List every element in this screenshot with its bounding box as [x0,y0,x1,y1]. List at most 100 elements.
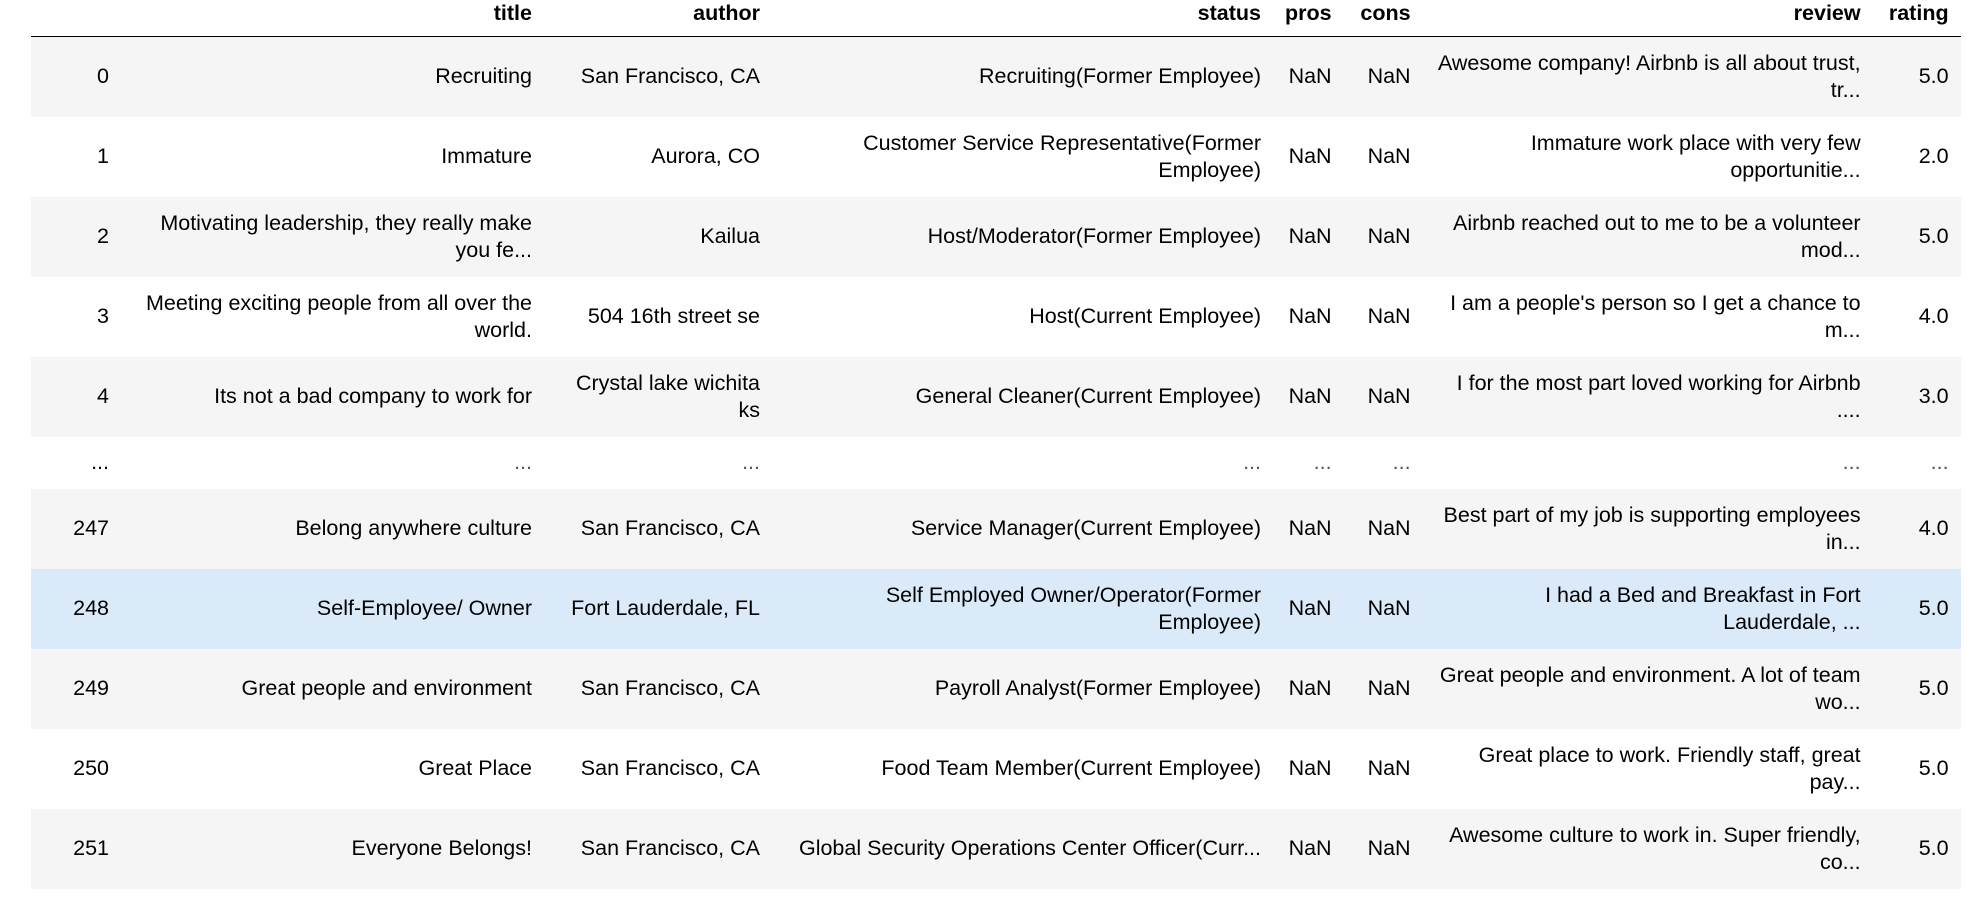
author-cell: San Francisco, CA [580,64,760,89]
title-cell: Great Place [418,756,532,780]
header-row: title author status pros cons review rat… [31,0,1961,37]
cons-cell: ... [1392,450,1411,474]
rating-cell: 5.0 [1918,836,1949,860]
rating-cell: 4.0 [1918,516,1949,540]
title-cell: ... [514,450,532,474]
index-cell: 1 [97,144,109,168]
table-row: 0 Recruiting San Francisco, CA Recruiting(F… [31,36,1961,117]
author-cell: ... [742,450,760,474]
cons-cell: NaN [1367,596,1411,620]
review-cell: I had a Bed and Breakfast in Fort Lauder… [1545,582,1861,634]
table-row: 3 Meeting exciting people from all over t… [31,276,1961,357]
rating-cell: 2.0 [1918,144,1949,168]
pros-cell: NaN [1288,836,1332,860]
index-cell: 251 [73,836,109,860]
rating-cell: ... [1930,450,1949,474]
review-cell: Airbnb reached out to me to be a volunte… [1453,210,1861,262]
cons-header: cons [1343,0,1423,37]
status-cell: Service Manager(Current Employee) [910,516,1261,540]
rating-header: rating [1872,0,1961,37]
review-cell: Awesome culture to work in. Super friend… [1449,822,1861,874]
status-cell: Payroll Analyst(Former Employee) [934,676,1261,700]
status-cell: Host/Moderator(Former Employee) [927,224,1261,248]
author-cell: Crystal lake wichita ks [576,370,760,422]
table-body: 0 Recruiting San Francisco, CA Recruiting(F… [31,36,1961,889]
title-cell: Recruiting [435,64,532,89]
index-cell: 2 [97,224,109,248]
status-cell: General Cleaner(Current Employee) [915,384,1261,408]
index-cell: 0 [97,64,109,89]
table-row: 247 Belong anywhere culture San Francisco,… [31,488,1961,569]
title-cell: Great people and environment [241,676,532,700]
cons-cell: NaN [1367,756,1411,780]
index-cell: 248 [73,596,109,620]
title-cell: Its not a bad company to work for [214,384,532,408]
rating-cell: 5.0 [1918,676,1949,700]
index-header [31,0,121,37]
author-cell: San Francisco, CA [580,516,760,540]
pros-cell: NaN [1288,224,1332,248]
author-cell: San Francisco, CA [580,756,760,780]
title-cell: Motivating leadership, they really make … [160,210,532,262]
table-row: 1 Immature Aurora, CO Customer Service Repr… [31,116,1961,197]
status-header: status [772,0,1273,37]
pros-cell: NaN [1288,756,1332,780]
pros-cell: NaN [1288,64,1332,89]
status-cell: Recruiting(Former Employee) [979,64,1261,89]
cons-cell: NaN [1367,144,1411,168]
index-cell: 3 [97,304,109,328]
table-row: 249 Great people and environment San Franc… [31,648,1961,729]
review-cell: ... [1842,450,1861,474]
table-row: 251 Everyone Belongs! San Francisco, CA Glo… [31,808,1961,889]
review-cell: Immature work place with very few opport… [1530,130,1861,182]
index-cell: 249 [73,676,109,700]
title-header: title [121,0,544,37]
pros-cell: NaN [1288,384,1332,408]
cons-cell: NaN [1367,836,1411,860]
author-header: author [544,0,772,37]
cons-cell: NaN [1367,304,1411,328]
title-cell: Meeting exciting people from all over th… [145,290,532,342]
index-cell: 247 [73,516,109,540]
index-cell: 250 [73,756,109,780]
cons-cell: NaN [1367,676,1411,700]
review-cell: Awesome company! Airbnb is all about tru… [1437,50,1861,102]
status-cell: Food Team Member(Current Employee) [881,756,1261,780]
index-cell: 4 [97,384,109,408]
status-cell: Host(Current Employee) [1029,304,1261,328]
pros-cell: NaN [1288,676,1332,700]
rating-cell: 4.0 [1918,304,1949,328]
status-cell: Self Employed Owner/Operator(Former Empl… [885,582,1261,634]
author-cell: Fort Lauderdale, FL [571,596,760,620]
pros-cell: NaN [1288,516,1332,540]
title-cell: Everyone Belongs! [351,836,532,860]
pros-cell: NaN [1288,144,1332,168]
table-row: 2 Motivating leadership, they really make… [31,196,1961,277]
review-cell: I am a people's person so I get a chance… [1450,290,1861,342]
author-cell: Kailua [700,224,760,248]
review-cell: Great place to work. Friendly staff, gre… [1478,742,1861,794]
status-cell: Customer Service Representative(Former E… [863,130,1261,182]
rating-cell: 5.0 [1918,64,1949,89]
status-cell: Global Security Operations Center Office… [798,836,1261,860]
author-cell: San Francisco, CA [580,836,760,860]
table-row: 248 Self-Employee/ Owner Fort Lauderdale, … [31,568,1961,649]
title-cell: Self-Employee/ Owner [316,596,532,620]
author-cell: 504 16th street se [587,304,760,328]
pros-header: pros [1273,0,1344,37]
author-cell: Aurora, CO [651,144,760,168]
title-cell: Belong anywhere culture [295,516,532,540]
cons-cell: NaN [1367,224,1411,248]
pros-cell: NaN [1288,596,1332,620]
dataframe-table: title author status pros cons review rat… [31,0,1961,889]
table-row: 4 Its not a bad company to work for Crysta… [31,356,1961,437]
review-header: review [1422,0,1873,37]
cons-cell: NaN [1367,516,1411,540]
rating-cell: 5.0 [1918,224,1949,248]
review-cell: Best part of my job is supporting employ… [1443,502,1861,554]
status-cell: ... [1243,450,1261,474]
review-cell: Great people and environment. A lot of t… [1439,662,1861,714]
ellipsis-row: ........................ [31,436,1961,489]
author-cell: San Francisco, CA [580,676,760,700]
pros-cell: ... [1313,450,1332,474]
